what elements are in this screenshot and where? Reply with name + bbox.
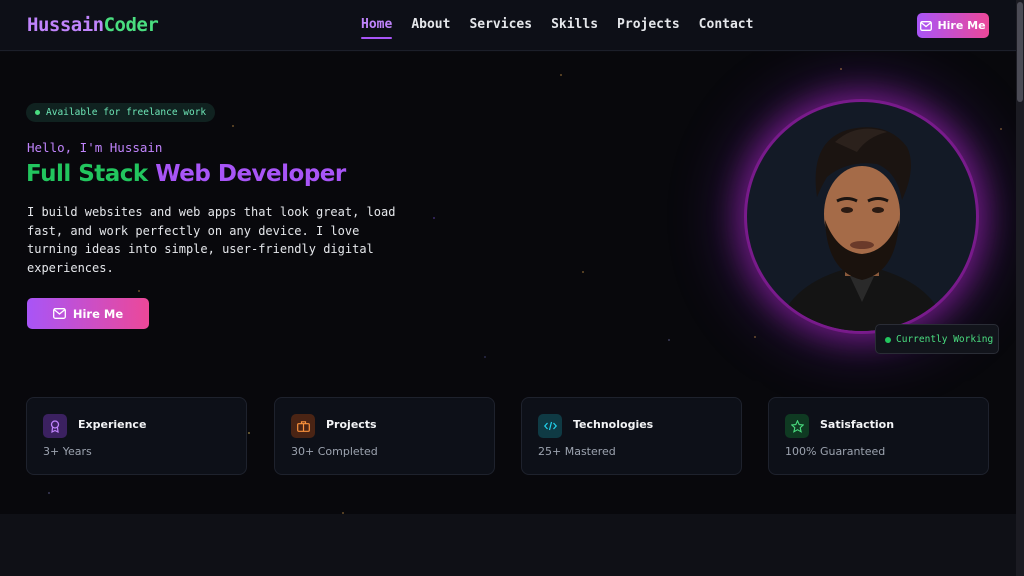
nav-hire-label: Hire Me bbox=[937, 19, 986, 32]
hero-hire-button[interactable]: Hire Me bbox=[27, 298, 149, 329]
nav-link-home[interactable]: Home bbox=[361, 17, 393, 39]
scrollbar-thumb[interactable] bbox=[1017, 2, 1023, 102]
stat-card-experience: Experience 3+ Years bbox=[26, 397, 247, 475]
nav-link-services[interactable]: Services bbox=[469, 17, 532, 36]
nav-link-projects[interactable]: Projects bbox=[617, 17, 680, 36]
headline-purple: Web Developer bbox=[155, 161, 346, 187]
stat-title: Projects bbox=[326, 418, 377, 431]
stat-title: Experience bbox=[78, 418, 147, 431]
portrait-illustration bbox=[777, 127, 947, 331]
status-pill: Currently Working bbox=[875, 324, 999, 354]
stat-value: 3+ Years bbox=[43, 445, 92, 458]
availability-badge: Available for freelance work bbox=[26, 103, 216, 122]
greeting: Hello, I'm Hussain bbox=[27, 140, 163, 155]
nav-hire-button[interactable]: Hire Me bbox=[917, 13, 989, 38]
stat-value: 30+ Completed bbox=[291, 445, 378, 458]
mail-icon bbox=[920, 20, 933, 31]
stat-card-satisfaction: Satisfaction 100% Guaranteed bbox=[768, 397, 989, 475]
stat-card-projects: Projects 30+ Completed bbox=[274, 397, 495, 475]
stat-card-technologies: Technologies 25+ Mastered bbox=[521, 397, 742, 475]
hero-section: Available for freelance work Hello, I'm … bbox=[0, 52, 1016, 514]
nav-link-skills[interactable]: Skills bbox=[551, 17, 598, 36]
stat-value: 25+ Mastered bbox=[538, 445, 616, 458]
logo[interactable]: HussainCoder bbox=[27, 14, 159, 36]
page-scrollbar[interactable] bbox=[1016, 0, 1024, 576]
headline-green: Full Stack bbox=[26, 161, 148, 187]
hero-hire-label: Hire Me bbox=[72, 306, 124, 321]
nav-link-contact[interactable]: Contact bbox=[699, 17, 754, 36]
stat-title: Satisfaction bbox=[820, 418, 895, 431]
code-icon bbox=[538, 414, 562, 438]
next-section bbox=[0, 514, 1016, 576]
logo-first: Hussain bbox=[27, 14, 104, 36]
nav-link-about[interactable]: About bbox=[411, 17, 450, 36]
nav-links: Home About Services Skills Projects Cont… bbox=[361, 17, 772, 39]
stat-value: 100% Guaranteed bbox=[785, 445, 886, 458]
mail-icon bbox=[52, 308, 66, 319]
hero-headline: Full Stack Web Developer bbox=[26, 161, 346, 187]
award-icon bbox=[43, 414, 67, 438]
star-icon bbox=[785, 414, 809, 438]
logo-second: Coder bbox=[103, 14, 159, 36]
navbar: HussainCoder Home About Services Skills … bbox=[0, 0, 1016, 51]
hero-description: I build websites and web apps that look … bbox=[27, 205, 396, 276]
profile-photo bbox=[747, 102, 976, 331]
briefcase-icon bbox=[291, 414, 315, 438]
stat-title: Technologies bbox=[573, 418, 654, 431]
